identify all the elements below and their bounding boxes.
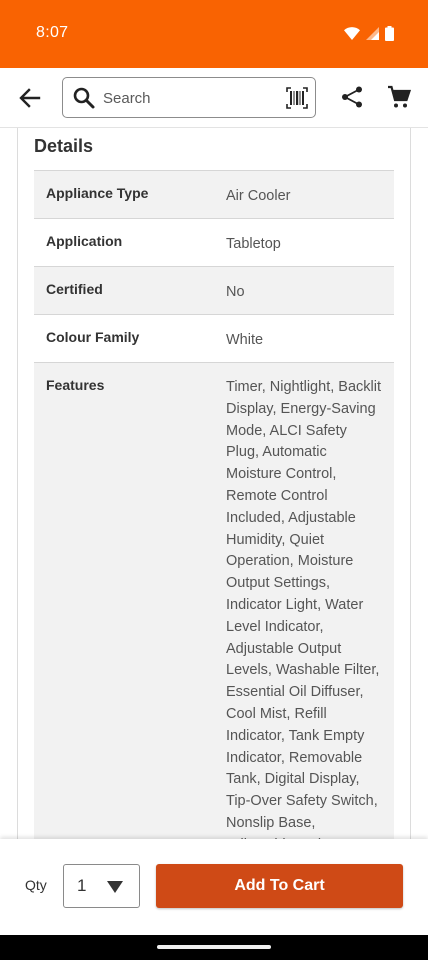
status-icons: [344, 26, 394, 46]
back-button[interactable]: [16, 84, 44, 112]
spec-label: Colour Family: [46, 329, 140, 345]
product-details-content[interactable]: Details Appliance Type Air Cooler Applic…: [0, 128, 428, 839]
qty-dropdown[interactable]: 1: [63, 864, 140, 908]
back-arrow-icon: [19, 88, 41, 108]
spec-row-features: Features Timer, Nightlight, Backlit Disp…: [34, 363, 394, 839]
add-to-cart-button[interactable]: Add To Cart: [156, 864, 403, 908]
spec-value: Air Cooler: [226, 188, 291, 204]
search-box[interactable]: [62, 77, 316, 118]
qty-value: 1: [77, 876, 87, 895]
spec-row-appliance-type: Appliance Type Air Cooler: [34, 171, 394, 219]
wifi-icon: [344, 27, 360, 45]
spec-label: Certified: [46, 281, 103, 297]
barcode-icon[interactable]: [286, 87, 308, 109]
cart-button[interactable]: [387, 85, 412, 109]
specifications-table: Appliance Type Air Cooler Application Ta…: [34, 170, 394, 839]
spec-row-colour-family: Colour Family White: [34, 315, 394, 363]
spec-value: Timer, Nightlight, Backlit Display, Ener…: [226, 379, 381, 839]
search-icon: [73, 87, 95, 109]
cellular-icon: [366, 27, 379, 45]
spec-row-certified: Certified No: [34, 267, 394, 315]
navigation-bar: [0, 935, 428, 960]
status-bar: 8:07: [0, 0, 428, 68]
home-gesture-handle[interactable]: [157, 945, 271, 949]
qty-label: Qty: [25, 877, 47, 893]
spec-value: White: [226, 332, 264, 348]
chevron-down-icon: [107, 881, 123, 893]
share-button[interactable]: [340, 85, 364, 109]
spec-value: No: [226, 284, 245, 300]
cart-icon: [388, 85, 412, 108]
battery-icon: [385, 26, 394, 46]
details-title: Details: [34, 136, 94, 156]
spec-value: Tabletop: [226, 236, 281, 252]
share-icon: [342, 86, 362, 108]
spec-label: Features: [46, 377, 105, 393]
spec-label: Application: [46, 233, 123, 249]
add-to-cart-bar: Qty 1 Add To Cart: [0, 839, 428, 935]
spec-label: Appliance Type: [46, 185, 149, 201]
app-header: [0, 68, 428, 128]
status-time: 8:07: [36, 24, 69, 41]
spec-row-application: Application Tabletop: [34, 219, 394, 267]
search-input[interactable]: [103, 86, 273, 110]
